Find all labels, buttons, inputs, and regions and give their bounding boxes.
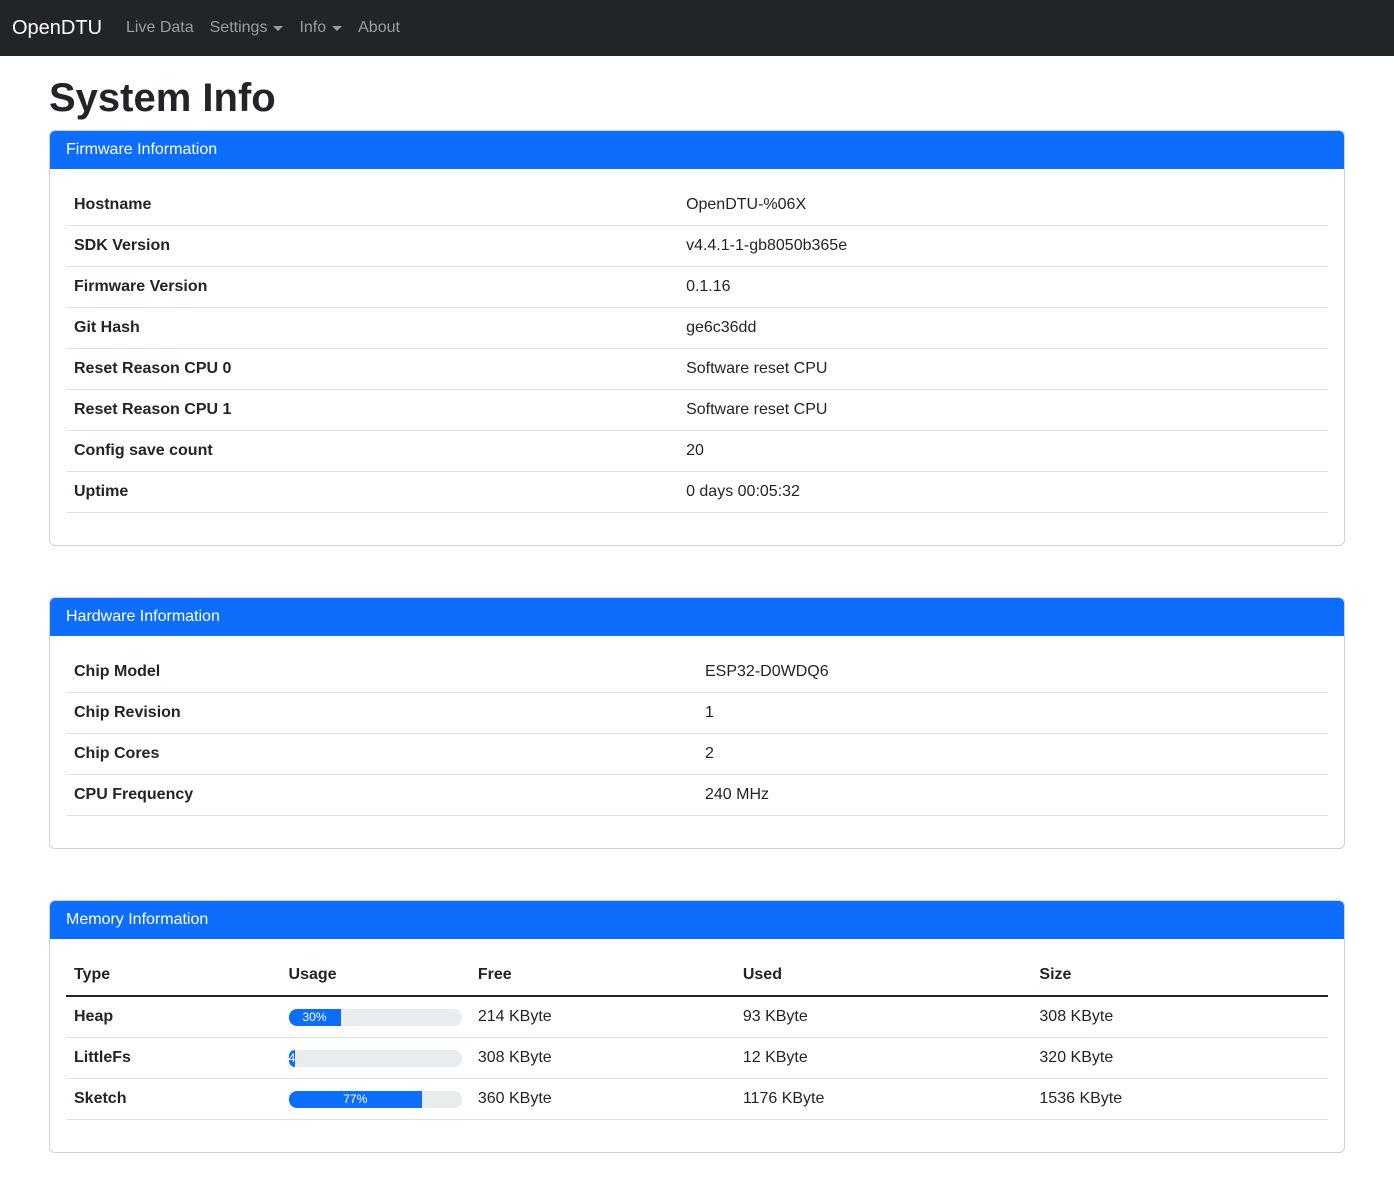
table-header-row: Type Usage Free Used Size [66, 955, 1328, 996]
row-value: v4.4.1-1-gb8050b365e [678, 226, 1328, 267]
row-value: ge6c36dd [678, 308, 1328, 349]
row-label: Reset Reason CPU 1 [66, 390, 678, 431]
nav-item-settings: Settings [202, 8, 292, 48]
table-row: Chip Revision 1 [66, 693, 1328, 734]
column-header-used: Used [735, 955, 1032, 996]
memory-usage-cell: 4 [281, 1038, 470, 1079]
table-row: Config save count 20 [66, 431, 1328, 472]
memory-type: LittleFs [66, 1038, 281, 1079]
chevron-down-icon [273, 26, 283, 31]
row-label: Hostname [66, 185, 678, 226]
row-value: 20 [678, 431, 1328, 472]
memory-type: Sketch [66, 1079, 281, 1120]
memory-usage-cell: 30% [281, 996, 470, 1038]
row-label: Git Hash [66, 308, 678, 349]
table-row: Git Hash ge6c36dd [66, 308, 1328, 349]
chevron-down-icon [332, 26, 342, 31]
column-header-type: Type [66, 955, 281, 996]
row-value: 1 [697, 693, 1328, 734]
nav-link-label: Live Data [126, 16, 194, 40]
table-row: LittleFs 4 308 KByte 12 KByte 320 KByte [66, 1038, 1328, 1079]
nav-item-about: About [350, 8, 408, 48]
nav-link-live-data[interactable]: Live Data [118, 8, 202, 48]
row-label: Uptime [66, 472, 678, 513]
nav-link-label: Settings [210, 16, 268, 40]
table-row: Reset Reason CPU 1 Software reset CPU [66, 390, 1328, 431]
table-row: Sketch 77% 360 KByte 1176 KByte 1536 KBy… [66, 1079, 1328, 1120]
row-label: CPU Frequency [66, 775, 697, 816]
firmware-table: Hostname OpenDTU-%06X SDK Version v4.4.1… [66, 185, 1328, 513]
row-value: OpenDTU-%06X [678, 185, 1328, 226]
memory-used: 12 KByte [735, 1038, 1032, 1079]
hardware-card-body: Chip Model ESP32-D0WDQ6 Chip Revision 1 … [50, 636, 1344, 848]
row-label: Chip Cores [66, 734, 697, 775]
column-header-free: Free [470, 955, 735, 996]
row-value: Software reset CPU [678, 349, 1328, 390]
row-value: 0.1.16 [678, 267, 1328, 308]
progress-track: 4 [289, 1050, 462, 1067]
memory-used: 93 KByte [735, 996, 1032, 1038]
memory-free: 214 KByte [470, 996, 735, 1038]
nav-link-info[interactable]: Info [291, 8, 350, 48]
memory-size: 320 KByte [1031, 1038, 1328, 1079]
column-header-size: Size [1031, 955, 1328, 996]
table-row: CPU Frequency 240 MHz [66, 775, 1328, 816]
row-value: 0 days 00:05:32 [678, 472, 1328, 513]
nav-item-live-data: Live Data [118, 8, 202, 48]
memory-size: 308 KByte [1031, 996, 1328, 1038]
progress-bar: 4 [289, 1050, 296, 1067]
row-label: SDK Version [66, 226, 678, 267]
column-header-usage: Usage [281, 955, 470, 996]
hardware-information-card: Hardware Information Chip Model ESP32-D0… [49, 597, 1345, 849]
row-label: Reset Reason CPU 0 [66, 349, 678, 390]
row-label: Firmware Version [66, 267, 678, 308]
table-row: Firmware Version 0.1.16 [66, 267, 1328, 308]
hardware-card-header: Hardware Information [50, 598, 1344, 636]
memory-information-card: Memory Information Type Usage Free Used … [49, 900, 1345, 1153]
memory-size: 1536 KByte [1031, 1079, 1328, 1120]
progress-track: 30% [289, 1009, 462, 1026]
memory-free: 308 KByte [470, 1038, 735, 1079]
nav-link-label: About [358, 16, 400, 40]
progress-bar: 77% [289, 1091, 422, 1108]
row-value: Software reset CPU [678, 390, 1328, 431]
brand-link[interactable]: OpenDTU [12, 13, 102, 43]
row-label: Chip Revision [66, 693, 697, 734]
row-value: 2 [697, 734, 1328, 775]
row-value: 240 MHz [697, 775, 1328, 816]
nav-link-label: Info [299, 16, 326, 40]
memory-card-body: Type Usage Free Used Size Heap 30% [50, 939, 1344, 1152]
row-value: ESP32-D0WDQ6 [697, 652, 1328, 693]
nav-link-about[interactable]: About [350, 8, 408, 48]
memory-free: 360 KByte [470, 1079, 735, 1120]
firmware-card-body: Hostname OpenDTU-%06X SDK Version v4.4.1… [50, 169, 1344, 545]
nav-item-info: Info [291, 8, 350, 48]
memory-type: Heap [66, 996, 281, 1038]
progress-bar: 30% [289, 1009, 341, 1026]
row-label: Chip Model [66, 652, 697, 693]
memory-card-header: Memory Information [50, 901, 1344, 939]
main-content: System Info Firmware Information Hostnam… [37, 74, 1357, 1153]
table-row: SDK Version v4.4.1-1-gb8050b365e [66, 226, 1328, 267]
memory-table: Type Usage Free Used Size Heap 30% [66, 955, 1328, 1120]
page-title: System Info [49, 74, 1345, 122]
progress-track: 77% [289, 1091, 462, 1108]
row-label: Config save count [66, 431, 678, 472]
table-row: Uptime 0 days 00:05:32 [66, 472, 1328, 513]
table-row: Reset Reason CPU 0 Software reset CPU [66, 349, 1328, 390]
firmware-card-header: Firmware Information [50, 131, 1344, 169]
table-row: Chip Model ESP32-D0WDQ6 [66, 652, 1328, 693]
firmware-information-card: Firmware Information Hostname OpenDTU-%0… [49, 130, 1345, 546]
hardware-table: Chip Model ESP32-D0WDQ6 Chip Revision 1 … [66, 652, 1328, 816]
memory-used: 1176 KByte [735, 1079, 1032, 1120]
table-row: Hostname OpenDTU-%06X [66, 185, 1328, 226]
table-row: Heap 30% 214 KByte 93 KByte 308 KByte [66, 996, 1328, 1038]
table-row: Chip Cores 2 [66, 734, 1328, 775]
navbar: OpenDTU Live Data Settings Info About [0, 0, 1394, 56]
memory-usage-cell: 77% [281, 1079, 470, 1120]
nav-link-settings[interactable]: Settings [202, 8, 292, 48]
